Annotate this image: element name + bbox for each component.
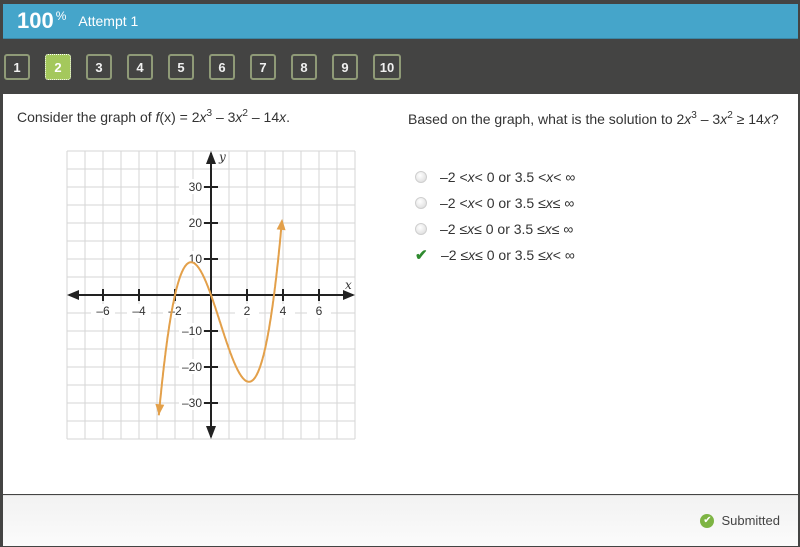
score: 100 % bbox=[17, 8, 66, 34]
question-button-9[interactable]: 9 bbox=[332, 54, 358, 80]
question-button-1[interactable]: 1 bbox=[4, 54, 30, 80]
score-unit: % bbox=[55, 9, 67, 23]
x-tick-label: 2 bbox=[244, 304, 251, 318]
var-x: x bbox=[467, 195, 475, 211]
y-tick-label: –20 bbox=[182, 360, 202, 374]
x-tick-label: 4 bbox=[280, 304, 287, 318]
var-x: x bbox=[545, 195, 553, 211]
radio-button[interactable] bbox=[415, 197, 427, 209]
x-axis-label: x bbox=[345, 278, 352, 292]
x-tick-label: 6 bbox=[316, 304, 323, 318]
option-text: –2 ≤ bbox=[440, 221, 468, 237]
attempt-label: Attempt 1 bbox=[78, 13, 139, 29]
question-button-6[interactable]: 6 bbox=[209, 54, 235, 80]
stem-text: ? bbox=[770, 111, 779, 127]
question-button-10[interactable]: 10 bbox=[373, 54, 401, 80]
question-stem-inequality: Based on the graph, what is the solution… bbox=[408, 109, 793, 130]
stem-text: ≥ 14 bbox=[732, 111, 764, 127]
answer-option-3[interactable]: –2 ≤ x ≤ 0 or 3.5 ≤ x ≤ ∞ bbox=[415, 216, 575, 242]
question-navigation: 1 2 3 4 5 6 7 8 9 10 bbox=[3, 54, 416, 80]
radio-button[interactable] bbox=[415, 171, 427, 183]
var-x: x bbox=[544, 221, 552, 237]
option-text: < 0 or 3.5 < bbox=[474, 169, 547, 185]
answer-option-2[interactable]: –2 < x < 0 or 3.5 ≤ x ≤ ∞ bbox=[415, 190, 575, 216]
option-text: –2 < bbox=[440, 195, 468, 211]
status-text: Submitted bbox=[721, 513, 780, 528]
y-tick-label: –30 bbox=[182, 396, 202, 410]
var-x: x bbox=[468, 247, 476, 263]
check-circle-icon: ✔ bbox=[700, 513, 715, 528]
answer-option-1[interactable]: –2 < x < 0 or 3.5 < x < ∞ bbox=[415, 164, 575, 190]
stem-text: Based on the graph, what is the solution… bbox=[408, 111, 685, 127]
function-graph: xy–6 –4 –2 2 4 6302010–10–20–30 bbox=[66, 150, 356, 440]
question-button-4[interactable]: 4 bbox=[127, 54, 153, 80]
question-button-5[interactable]: 5 bbox=[168, 54, 194, 80]
y-axis-label: y bbox=[218, 150, 226, 164]
option-text: < 0 or 3.5 ≤ bbox=[474, 195, 546, 211]
radio-button[interactable] bbox=[415, 223, 427, 235]
curve-arrow-up bbox=[276, 218, 286, 231]
question-button-2[interactable]: 2 bbox=[45, 54, 71, 80]
x-axis-arrow-left bbox=[67, 290, 79, 300]
stem-text: – 3 bbox=[696, 111, 721, 127]
question-button-7[interactable]: 7 bbox=[250, 54, 276, 80]
y-tick-label: 30 bbox=[189, 180, 203, 194]
y-axis-arrow-up bbox=[206, 151, 216, 164]
question-button-8[interactable]: 8 bbox=[291, 54, 317, 80]
question-panel: Consider the graph of f(x) = 2x3 – 3x2 –… bbox=[3, 94, 798, 494]
var-x: x bbox=[546, 169, 554, 185]
x-tick-label: –4 bbox=[132, 304, 146, 318]
y-tick-label: –10 bbox=[182, 324, 202, 338]
answer-option-4[interactable]: ✔ –2 ≤ x ≤ 0 or 3.5 ≤ x < ∞ bbox=[415, 242, 575, 268]
var-x: x bbox=[545, 247, 553, 263]
var-x: x bbox=[467, 169, 475, 185]
var-x: x bbox=[763, 111, 771, 127]
x-tick-label: –6 bbox=[96, 304, 110, 318]
option-text: < ∞ bbox=[553, 169, 576, 185]
score-bar: 100 % Attempt 1 bbox=[3, 4, 798, 39]
option-text: ≤ ∞ bbox=[551, 221, 574, 237]
option-text: –2 ≤ bbox=[441, 247, 469, 263]
option-text: ≤ 0 or 3.5 ≤ bbox=[474, 221, 545, 237]
score-value: 100 bbox=[17, 8, 54, 33]
y-axis-arrow-down bbox=[206, 426, 216, 439]
option-text: < ∞ bbox=[552, 247, 575, 263]
answer-options: –2 < x < 0 or 3.5 < x < ∞ –2 < x < 0 or … bbox=[415, 164, 575, 268]
question-button-3[interactable]: 3 bbox=[86, 54, 112, 80]
option-text: ≤ ∞ bbox=[552, 195, 575, 211]
footer: ✔ Submitted bbox=[3, 495, 798, 546]
option-text: –2 < bbox=[440, 169, 468, 185]
option-text: ≤ 0 or 3.5 ≤ bbox=[475, 247, 546, 263]
checkmark-icon: ✔ bbox=[415, 247, 428, 264]
submitted-status: ✔ Submitted bbox=[700, 513, 780, 528]
function-curve bbox=[157, 220, 283, 416]
var-x: x bbox=[467, 221, 475, 237]
y-tick-label: 20 bbox=[189, 216, 203, 230]
